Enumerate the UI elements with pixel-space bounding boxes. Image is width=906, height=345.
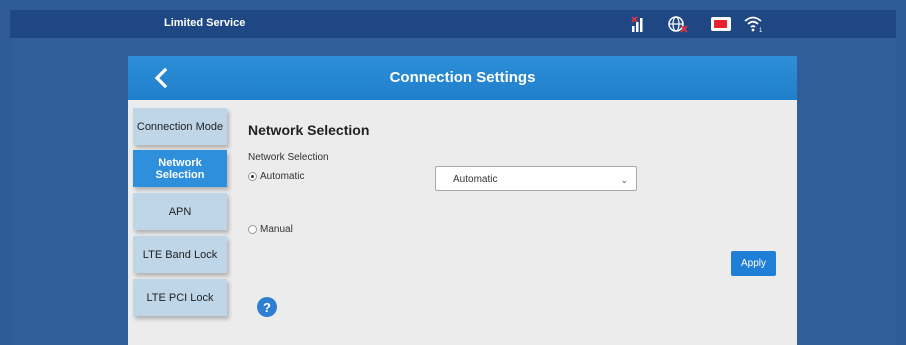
radio-label: Manual [260, 224, 293, 235]
wifi-icon: 1 [743, 14, 765, 39]
sim-icon [710, 14, 732, 39]
chevron-down-icon: ⌄ [620, 175, 628, 185]
radio-label: Automatic [260, 171, 305, 182]
signal-icon [630, 14, 648, 39]
svg-text:1: 1 [759, 28, 763, 34]
help-icon[interactable]: ? [257, 297, 277, 317]
radio-automatic[interactable]: Automatic [248, 171, 304, 182]
sidebar-item-lte-pci-lock[interactable]: LTE PCI Lock [133, 279, 227, 316]
radio-button[interactable] [248, 172, 257, 181]
radio-button[interactable] [248, 225, 257, 234]
page-header: Connection Settings [128, 56, 797, 100]
status-bar: Limited Service 1 [10, 10, 896, 38]
select-value: Automatic [453, 174, 498, 185]
sidebar-item-lte-band-lock[interactable]: LTE Band Lock [133, 236, 227, 273]
section-title: Network Selection [248, 122, 370, 138]
radio-manual[interactable]: Manual [248, 224, 293, 235]
apply-button[interactable]: Apply [731, 251, 776, 276]
network-selection-label: Network Selection [248, 152, 329, 163]
sidebar-item-apn[interactable]: APN [133, 193, 227, 230]
service-status-text: Limited Service [164, 17, 246, 29]
network-mode-select[interactable]: Automatic ⌄ [435, 166, 637, 191]
roaming-icon [667, 14, 689, 39]
page-title: Connection Settings [389, 69, 536, 86]
sidebar-item-network-selection[interactable]: Network Selection [133, 150, 227, 187]
sidebar-item-connection-mode[interactable]: Connection Mode [133, 108, 227, 145]
